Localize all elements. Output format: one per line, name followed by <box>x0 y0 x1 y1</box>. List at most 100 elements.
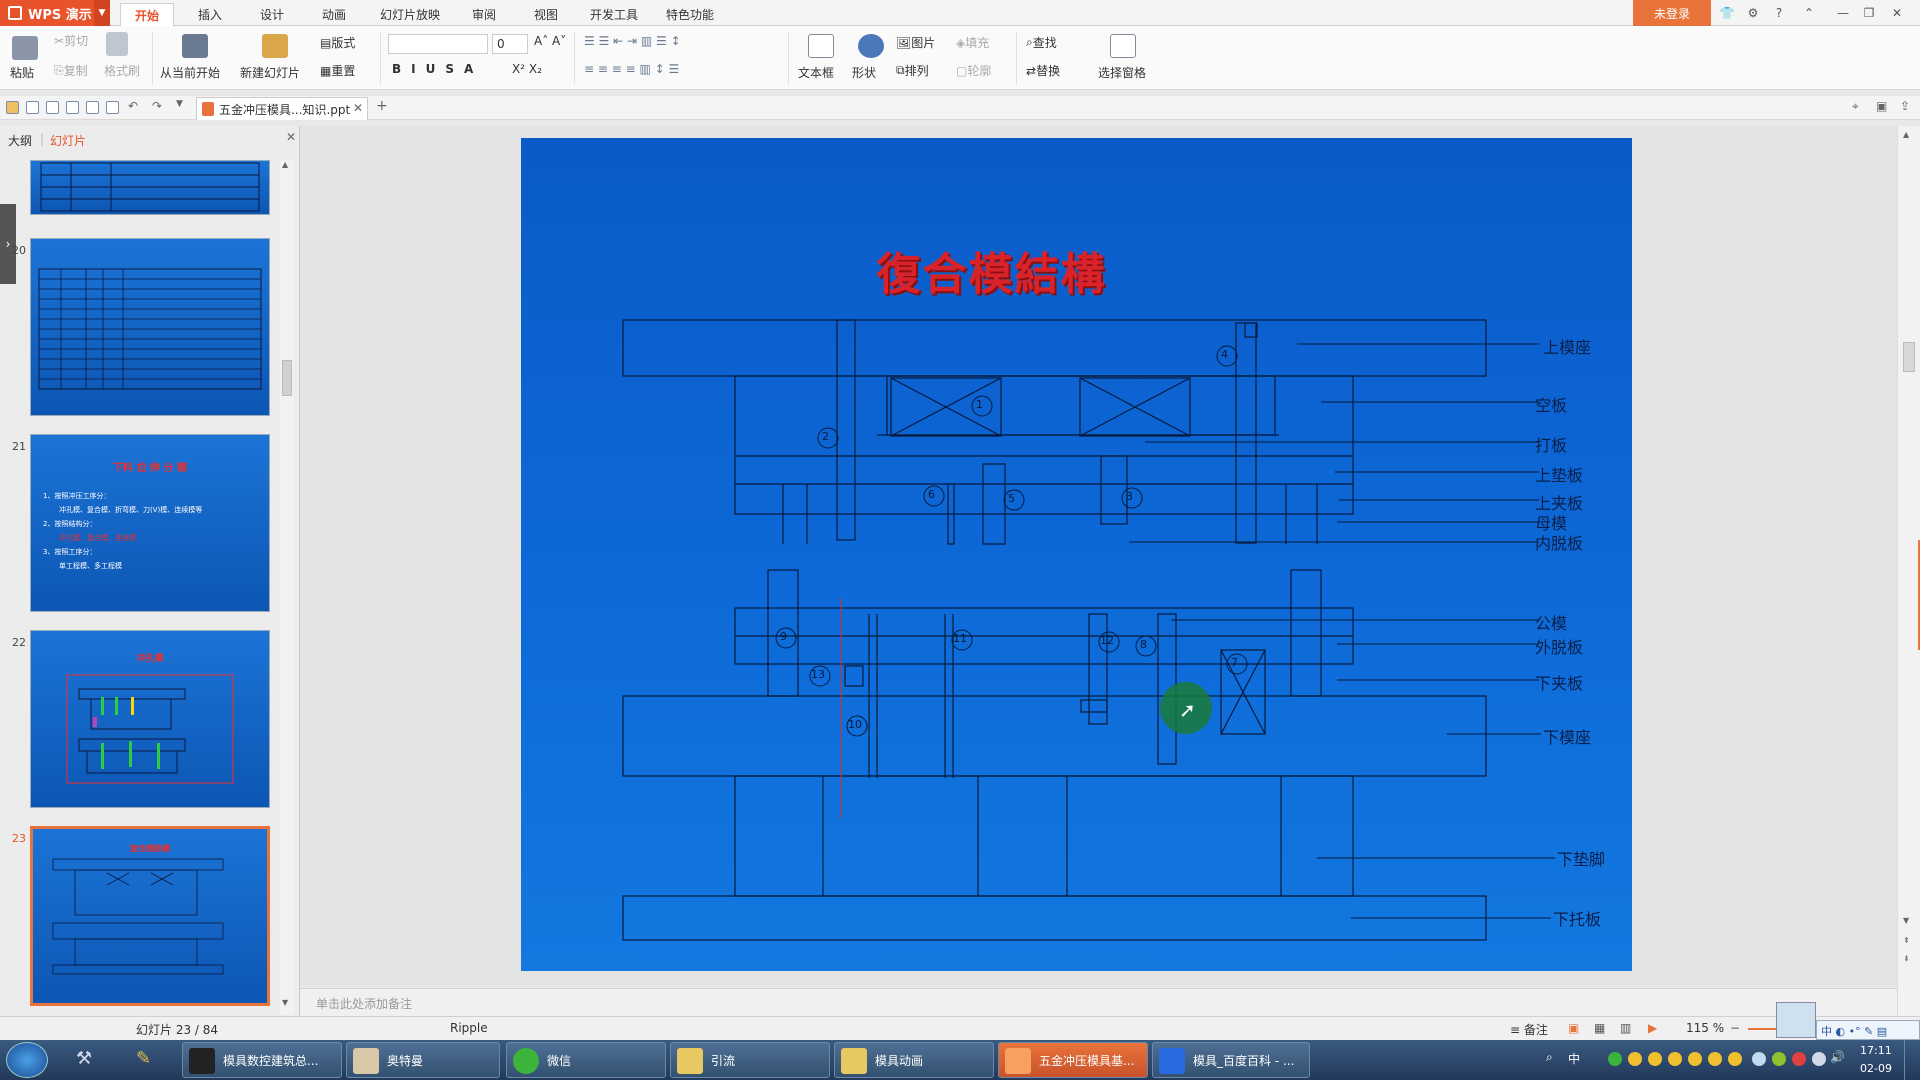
slide-thumbnail-20[interactable] <box>30 238 270 416</box>
qq-tray-icon[interactable] <box>1668 1052 1682 1066</box>
close-icon[interactable]: ✕ <box>286 130 296 144</box>
window-icon[interactable]: ▣ <box>1876 99 1887 113</box>
slide-thumbnail-21[interactable]: 下料 拉 伸 分 類 1、按照冲压工序分： 冲孔模、复合模、折弯模、刀(V)模、… <box>30 434 270 612</box>
redo-icon[interactable]: ↷ <box>152 99 162 113</box>
close-icon[interactable]: ✕ <box>353 101 363 115</box>
ime-indicator[interactable]: 中 <box>1568 1050 1580 1067</box>
tab-insert[interactable]: 插入 <box>184 3 236 26</box>
taskbar-item[interactable]: 模具_百度百科 - ... <box>1152 1042 1310 1078</box>
undo-icon[interactable]: ↶ <box>128 99 138 113</box>
open-icon[interactable] <box>6 101 19 114</box>
taskbar-item[interactable]: 模具数控建筑总... <box>182 1042 342 1078</box>
export-icon[interactable] <box>46 101 59 114</box>
search-icon[interactable]: ⌕ <box>1546 1050 1553 1065</box>
qq-tray-icon[interactable] <box>1708 1052 1722 1066</box>
document-tab[interactable]: 五金冲压模具...知识.ppt ✕ <box>196 97 368 120</box>
reading-view-icon[interactable]: ▥ <box>1620 1021 1631 1035</box>
shape-button[interactable]: 形状 <box>852 64 876 81</box>
clock-time[interactable]: 17:11 <box>1860 1044 1892 1057</box>
ime-toolbar[interactable]: 中 ◐ •° ✎ ▤ <box>1816 1020 1920 1040</box>
shape-icon[interactable] <box>858 34 884 58</box>
security-icon[interactable] <box>1772 1052 1786 1066</box>
font-name-select[interactable] <box>388 34 488 54</box>
slide-thumbnail-19[interactable] <box>30 160 270 215</box>
help-icon[interactable]: ? <box>1766 0 1792 26</box>
qq-tray-icon[interactable] <box>1728 1052 1742 1066</box>
volume-icon[interactable]: 🔊 <box>1830 1050 1845 1064</box>
tab-view[interactable]: 视图 <box>520 3 572 26</box>
format-painter-button[interactable]: 格式刷 <box>104 62 140 79</box>
tool-icon[interactable]: ⚒ <box>76 1048 92 1069</box>
taskbar-item[interactable]: 微信 <box>506 1042 666 1078</box>
tab-home[interactable]: 开始 <box>120 3 175 26</box>
scroll-down-icon[interactable]: ▼ <box>282 998 288 1007</box>
qq-tray-icon[interactable] <box>1648 1052 1662 1066</box>
grow-font-icon[interactable]: A˄ A˅ <box>534 34 566 48</box>
layout-button[interactable]: ▤ 版式 <box>320 34 355 51</box>
new-slide-icon[interactable] <box>262 34 288 58</box>
login-button[interactable]: 未登录 <box>1633 0 1711 26</box>
current-slide[interactable]: 復合模結構 1 2 3 4 5 6 7 8 9 10 11 12 13 上模座 … <box>521 138 1632 971</box>
qq-tray-icon[interactable] <box>1688 1052 1702 1066</box>
chevron-down-icon[interactable]: ▼ <box>176 99 183 109</box>
tab-outline[interactable]: 大纲 <box>8 132 32 149</box>
paste-button[interactable]: 粘贴 <box>10 64 34 81</box>
print-preview-icon[interactable] <box>106 101 119 114</box>
copy-button[interactable]: ⎘ 复制 <box>54 62 88 79</box>
cut-button[interactable]: ✂ 剪切 <box>54 32 88 49</box>
outline-button[interactable]: ▢ 轮廓 <box>956 62 991 79</box>
find-button[interactable]: ⌕ 查找 <box>1026 34 1057 51</box>
qq-tray-icon[interactable] <box>1628 1052 1642 1066</box>
reset-button[interactable]: ▦ 重置 <box>320 62 355 79</box>
zoom-level[interactable]: 115 % <box>1686 1021 1724 1035</box>
tab-review[interactable]: 审阅 <box>458 3 510 26</box>
paste-icon[interactable] <box>12 36 38 60</box>
scroll-down-icon[interactable]: ▼ <box>1903 916 1909 925</box>
restore-button[interactable]: ❐ <box>1856 0 1882 26</box>
tab-slides[interactable]: 幻灯片 <box>50 132 86 149</box>
scroll-up-icon[interactable]: ▲ <box>1903 130 1909 139</box>
scroll-thumb[interactable] <box>282 360 292 396</box>
fill-button[interactable]: ◈ 填充 <box>956 34 989 51</box>
notes-field[interactable]: 单击此处添加备注 <box>300 988 1897 1016</box>
tab-developer[interactable]: 开发工具 <box>576 3 652 26</box>
tab-special[interactable]: 特色功能 <box>652 3 728 26</box>
scroll-up-icon[interactable]: ▲ <box>282 160 288 169</box>
list-icons[interactable]: ☰ ☰ ⇤ ⇥ ▥ ☰ ↕ <box>584 34 681 48</box>
taskbar-item[interactable]: 模具动画 <box>834 1042 994 1078</box>
superscript-icon[interactable]: X² X₂ <box>512 62 542 76</box>
play-icon[interactable]: ▶ <box>1648 1021 1657 1035</box>
select-pane-button[interactable]: 选择窗格 <box>1098 64 1146 81</box>
wps-menu-button[interactable]: WPS 演示 ▼ <box>0 0 110 26</box>
select-pane-icon[interactable] <box>1110 34 1136 58</box>
clock-date[interactable]: 02-09 <box>1860 1062 1892 1075</box>
normal-view-icon[interactable]: ▣ <box>1568 1021 1579 1035</box>
new-tab-icon[interactable]: + <box>376 98 388 114</box>
collapse-ribbon-icon[interactable]: ⌃ <box>1796 0 1822 26</box>
share-icon[interactable]: ⇪ <box>1900 99 1910 113</box>
textbox-icon[interactable] <box>808 34 834 58</box>
settings-icon[interactable]: ⚙ <box>1740 0 1766 26</box>
print-icon[interactable] <box>66 101 79 114</box>
sorter-view-icon[interactable]: ▦ <box>1594 1021 1605 1035</box>
antivirus-icon[interactable] <box>1792 1052 1806 1066</box>
tab-design[interactable]: 设计 <box>246 3 298 26</box>
slideshow-icon[interactable] <box>182 34 208 58</box>
zoom-out-icon[interactable]: − <box>1730 1021 1740 1035</box>
preview-icon[interactable] <box>86 101 99 114</box>
tab-slideshow[interactable]: 幻灯片放映 <box>366 3 454 26</box>
wechat-tray-icon[interactable] <box>1608 1052 1622 1066</box>
font-style-buttons[interactable]: BIUSA <box>392 62 483 76</box>
pin-icon[interactable]: ⌖ <box>1852 99 1859 114</box>
scroll-thumb[interactable] <box>1903 342 1915 372</box>
chevron-down-icon[interactable]: ▼ <box>94 0 110 26</box>
start-button[interactable] <box>6 1042 48 1078</box>
notes-toggle[interactable]: ≡ 备注 <box>1510 1021 1548 1038</box>
slides-scrollbar[interactable]: ▲ ▼ <box>280 160 294 1015</box>
font-size-select[interactable]: 0 <box>492 34 528 54</box>
save-icon[interactable] <box>26 101 39 114</box>
align-icons[interactable]: ≡ ≡ ≡ ≡ ▥ ↕ ☰ <box>584 62 679 76</box>
next-slide-icon[interactable]: ⇟ <box>1903 954 1910 963</box>
canvas-scrollbar[interactable]: ▲ ▼ ⇞ ⇟ <box>1897 126 1920 1016</box>
textbox-button[interactable]: 文本框 <box>798 64 834 81</box>
